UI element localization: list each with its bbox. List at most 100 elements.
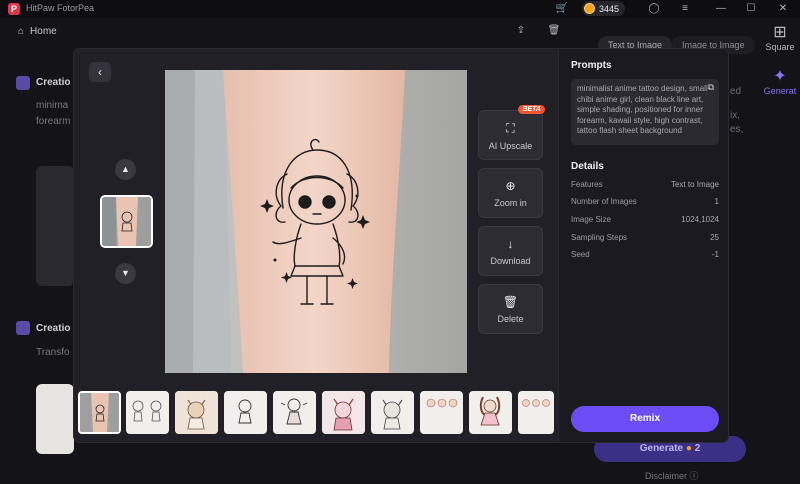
beta-badge: BETA: [518, 105, 545, 114]
detail-value: 1024,1024: [681, 215, 719, 224]
strip-thumb[interactable]: [78, 391, 121, 434]
download-button[interactable]: ↓ Download: [478, 226, 543, 276]
remix-button[interactable]: Remix: [571, 406, 719, 432]
download-label: Download: [490, 256, 531, 266]
creation-title-2: Creatio: [36, 323, 71, 334]
right-panel-fragment-1: ed: [730, 86, 742, 97]
ai-upscale-label: AI Upscale: [488, 141, 533, 151]
right-panel-fragment-2: ix,: [730, 110, 740, 121]
menu-icon[interactable]: ≡: [676, 0, 694, 18]
generate-label: Generate: [639, 443, 684, 454]
export-icon[interactable]: ⇪: [512, 22, 530, 40]
thumbnail-strip: [78, 391, 554, 435]
coin-balance[interactable]: 3445: [582, 1, 626, 16]
close-window-icon[interactable]: ✕: [774, 0, 792, 18]
strip-thumb[interactable]: [322, 391, 365, 434]
strip-thumb-image: [522, 399, 550, 407]
creation-thumb-1[interactable]: [36, 166, 74, 286]
prompt-text: minimalist anime tattoo design, small ch…: [577, 84, 708, 135]
delete-label: Delete: [497, 314, 524, 324]
detail-value: 1: [714, 197, 719, 206]
maximize-icon[interactable]: ☐: [742, 0, 760, 18]
prompts-title: Prompts: [571, 60, 612, 71]
strip-thumb[interactable]: [126, 391, 169, 434]
detail-label: Image Size: [571, 215, 612, 224]
detail-row-features: Features Text to Image: [571, 180, 719, 189]
strip-thumb-image: [322, 391, 365, 434]
app-title: HitPaw FotorPea: [26, 3, 95, 13]
detail-row-sampling-steps: Sampling Steps 25: [571, 233, 719, 242]
strip-thumb-image: [80, 393, 119, 432]
strip-thumb[interactable]: [518, 391, 554, 434]
detail-label: Sampling Steps: [571, 233, 628, 242]
cart-icon[interactable]: 🛒: [553, 0, 571, 18]
strip-thumb[interactable]: [273, 391, 316, 434]
delete-button[interactable]: 🗑 Delete: [478, 284, 543, 334]
strip-thumb[interactable]: [420, 391, 463, 434]
creation-prompt-line-1: minima: [36, 100, 69, 111]
strip-thumb-image: [382, 399, 403, 430]
next-image-button[interactable]: ▼: [115, 263, 136, 284]
tattoo-artwork: [165, 70, 467, 373]
disclaimer-link[interactable]: Disclaimer ⓘ: [645, 469, 699, 482]
generate-coin-icon: ●: [685, 443, 692, 454]
detail-label: Number of Images: [571, 197, 637, 206]
strip-thumb-image: [238, 399, 252, 424]
minimize-icon[interactable]: —: [712, 0, 730, 18]
strip-thumb[interactable]: [469, 391, 512, 434]
details-panel: Prompts ⧉ minimalist anime tattoo design…: [558, 49, 728, 442]
detail-label: Features: [571, 180, 603, 189]
creation-prompt-line-2: forearm: [36, 116, 71, 127]
strip-thumb[interactable]: [224, 391, 267, 434]
creation-thumb-2[interactable]: [36, 384, 74, 454]
grid-icon: ⊞: [773, 24, 787, 41]
strip-thumb-image: [175, 391, 218, 434]
strip-thumb-image: [426, 398, 458, 408]
home-label: Home: [30, 26, 57, 37]
side-nav-generate[interactable]: ✦ Generat: [760, 66, 800, 96]
right-panel-fragment-3: es,: [730, 124, 744, 135]
strip-thumb-image: [132, 400, 162, 422]
home-link[interactable]: ⌂ Home: [18, 26, 57, 37]
details-title: Details: [571, 161, 604, 172]
trash-top-icon[interactable]: 🗑: [545, 22, 563, 40]
app-logo: P: [8, 3, 20, 15]
zoom-in-label: Zoom in: [494, 198, 527, 208]
detail-value: Text to Image: [670, 180, 719, 189]
disclaimer-label: Disclaimer: [645, 471, 688, 481]
strip-thumb[interactable]: [371, 391, 414, 434]
ai-upscale-button[interactable]: BETA ⛶ AI Upscale: [478, 105, 545, 160]
strip-thumb-image: [280, 398, 308, 425]
title-bar: P HitPaw FotorPea 🛒 3445 ◯ ≡ — ☐ ✕: [0, 0, 800, 18]
strip-thumb[interactable]: [175, 391, 218, 434]
prompt-text-box: ⧉ minimalist anime tattoo design, small …: [571, 79, 719, 145]
side-nav: ⊞ Square ✦ Generat: [760, 22, 800, 110]
zoom-in-icon: ⊕: [505, 179, 516, 193]
side-nav-generate-label: Generat: [763, 86, 797, 96]
sparkle-icon: ✦: [773, 68, 787, 85]
strip-thumb-image: [479, 396, 501, 426]
generate-cost: 2: [694, 443, 701, 454]
selected-thumbnail-image: [102, 197, 151, 246]
image-preview-modal: ‹ ▲ ▼ BETA ⛶ AI Upscale ⊕ Zoom in ↓ Down…: [74, 49, 728, 442]
chevron-left-icon: ‹: [98, 65, 102, 79]
back-button[interactable]: ‹: [89, 62, 111, 82]
chevron-down-icon: ▼: [121, 268, 130, 278]
creation-prompt-line-3: Transfo: [36, 347, 70, 358]
creation-avatar-2: [16, 321, 30, 335]
copy-icon[interactable]: ⧉: [708, 82, 714, 93]
main-preview-image: [165, 70, 467, 373]
side-nav-square[interactable]: ⊞ Square: [760, 22, 800, 52]
detail-row-number-of-images: Number of Images 1: [571, 197, 719, 206]
upscale-icon: ⛶: [506, 121, 515, 135]
chevron-up-icon: ▲: [121, 164, 130, 174]
creation-avatar-1: [16, 76, 30, 90]
selected-thumbnail[interactable]: [100, 195, 153, 248]
account-icon[interactable]: ◯: [645, 0, 663, 18]
download-icon: ↓: [507, 237, 514, 251]
creation-title-1: Creatio: [36, 77, 71, 88]
detail-value: -1: [711, 250, 719, 259]
prev-image-button[interactable]: ▲: [115, 159, 136, 180]
zoom-in-button[interactable]: ⊕ Zoom in: [478, 168, 543, 218]
trash-icon: 🗑: [502, 295, 519, 309]
